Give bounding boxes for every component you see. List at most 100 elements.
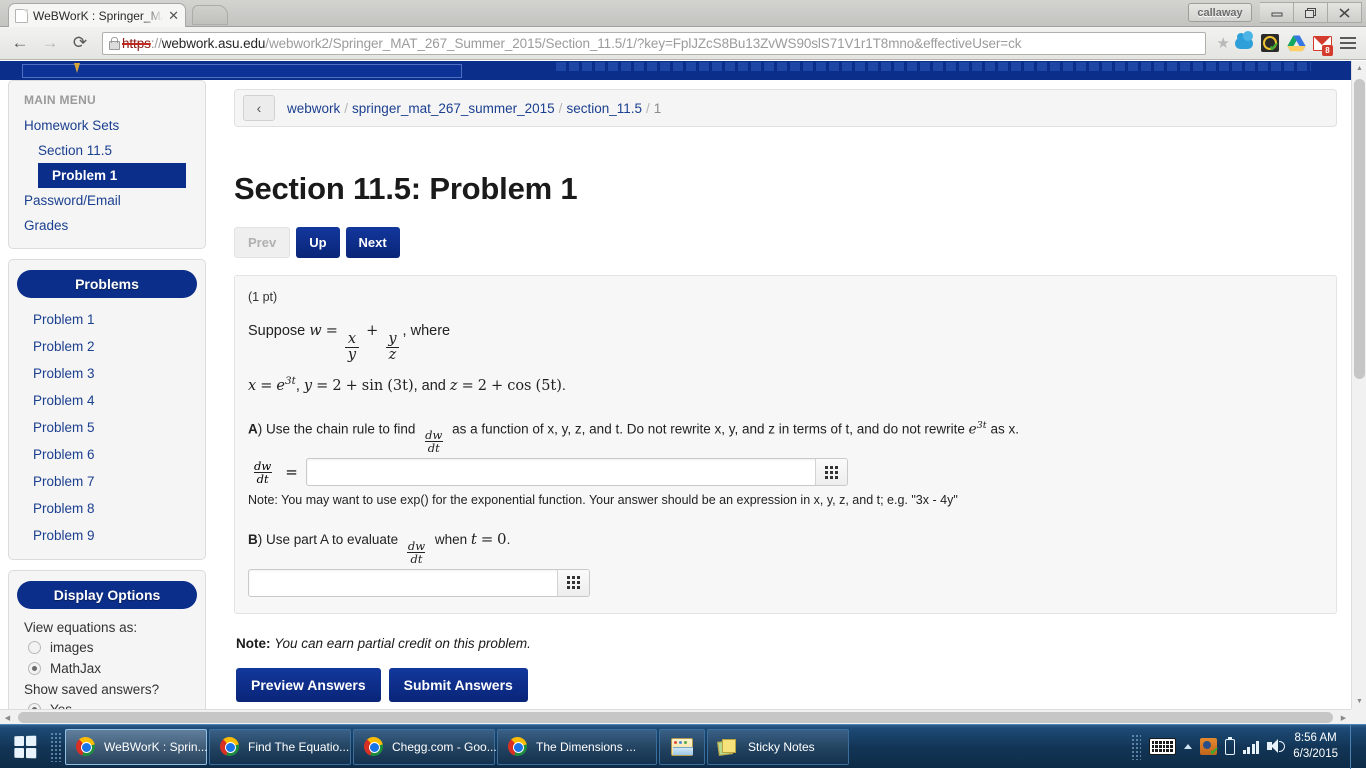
- taskbar-item-webwork[interactable]: WeBWorK : Sprin...: [65, 729, 207, 765]
- problems-panel: Problems Problem 1 Problem 2 Problem 3 P…: [8, 259, 206, 560]
- preview-answers-button[interactable]: Preview Answers: [236, 668, 381, 702]
- radio-icon-images[interactable]: [28, 641, 41, 654]
- breadcrumb-back-button[interactable]: ‹: [243, 95, 275, 121]
- new-tab-button[interactable]: [192, 5, 228, 25]
- chrome-menu-icon[interactable]: [1336, 31, 1360, 55]
- url-text: https://webwork.asu.edu/webwork2/Springe…: [122, 36, 1021, 51]
- address-bar[interactable]: https://webwork.asu.edu/webwork2/Springe…: [102, 32, 1206, 55]
- network-signal-icon[interactable]: [1243, 740, 1260, 754]
- radio-icon-mathjax[interactable]: [28, 662, 41, 675]
- keypad-grid-icon[interactable]: [815, 459, 847, 485]
- minimize-icon[interactable]: [1260, 2, 1294, 23]
- close-icon[interactable]: [1328, 2, 1362, 23]
- breadcrumb-item-webwork[interactable]: webwork: [287, 101, 340, 116]
- start-button[interactable]: [0, 725, 50, 769]
- chrome-icon: [220, 737, 239, 756]
- problem-link-7[interactable]: Problem 7: [9, 468, 205, 495]
- breadcrumb-item-section[interactable]: section_11.5: [566, 101, 642, 116]
- problem-navigation: Prev Up Next: [234, 227, 1337, 258]
- page-viewport: MAIN MENU Homework Sets Section 11.5 Pro…: [0, 61, 1366, 724]
- security-shield-icon[interactable]: [1200, 738, 1217, 755]
- show-hidden-icons-arrow[interactable]: [1184, 744, 1192, 749]
- sidebar-item-grades[interactable]: Grades: [9, 213, 205, 238]
- browser-tab[interactable]: WeBWorK : Springer_MAT ✕: [8, 3, 186, 27]
- clock-date: 6/3/2015: [1293, 747, 1338, 763]
- constant-2: 2: [332, 378, 341, 394]
- fraction-numerator: y: [385, 332, 399, 347]
- problem-points: (1 pt): [248, 290, 1323, 304]
- chrome-icon: [364, 737, 383, 756]
- scroll-left-arrow-icon[interactable]: ◀: [0, 710, 15, 724]
- taskbar-item-find-the-equation[interactable]: Find The Equatio...: [209, 729, 351, 765]
- submit-answers-button[interactable]: Submit Answers: [389, 668, 528, 702]
- horizontal-scrollbar[interactable]: ◀ ▶: [0, 709, 1351, 724]
- next-button[interactable]: Next: [346, 227, 400, 258]
- volume-icon[interactable]: [1267, 739, 1285, 754]
- problem-link-6[interactable]: Problem 6: [9, 441, 205, 468]
- prev-button[interactable]: Prev: [234, 227, 290, 258]
- header-search-box[interactable]: [22, 64, 462, 78]
- sidebar-item-section-11-5[interactable]: Section 11.5: [9, 138, 205, 163]
- google-drive-icon[interactable]: [1284, 31, 1308, 55]
- user-profile-button[interactable]: callaway: [1188, 3, 1252, 22]
- checkmark-extension-icon[interactable]: [1258, 31, 1282, 55]
- problem-link-9[interactable]: Problem 9: [9, 522, 205, 549]
- problem-link-1[interactable]: Problem 1: [9, 306, 205, 333]
- taskbar-grip: [50, 732, 61, 762]
- keyboard-icon[interactable]: [1149, 738, 1176, 755]
- taskbar-item-label: The Dimensions ...: [536, 740, 636, 754]
- fraction-y-over-z: y z: [385, 332, 399, 363]
- taskbar-item-chegg[interactable]: Chegg.com - Goo...: [353, 729, 495, 765]
- radio-option-images[interactable]: images: [9, 637, 205, 658]
- problems-panel-title: Problems: [17, 270, 197, 298]
- scroll-down-arrow-icon[interactable]: ▼: [1352, 694, 1366, 709]
- equals-sign: =: [316, 378, 328, 394]
- vertical-scrollbar[interactable]: ▲ ▼: [1351, 61, 1366, 709]
- reload-icon[interactable]: ⟳: [66, 30, 94, 56]
- close-icon[interactable]: ✕: [168, 9, 179, 22]
- clock[interactable]: 8:56 AM 6/3/2015: [1293, 731, 1342, 762]
- horizontal-scrollbar-thumb[interactable]: [18, 712, 1333, 723]
- problem-link-5[interactable]: Problem 5: [9, 414, 205, 441]
- breadcrumb-item-current: 1: [654, 101, 662, 116]
- breadcrumb-item-course[interactable]: springer_mat_267_summer_2015: [352, 101, 555, 116]
- browser-toolbar: ← → ⟳ https://webwork.asu.edu/webwork2/S…: [0, 27, 1366, 60]
- gmail-unread-badge: 8: [1322, 45, 1333, 56]
- taskbar-item-the-dimensions[interactable]: The Dimensions ...: [497, 729, 657, 765]
- problem-link-3[interactable]: Problem 3: [9, 360, 205, 387]
- part-b-answer-row: [248, 569, 1323, 597]
- taskbar-item-sticky-notes[interactable]: Sticky Notes: [707, 729, 849, 765]
- battery-icon[interactable]: [1225, 739, 1235, 755]
- problem-link-8[interactable]: Problem 8: [9, 495, 205, 522]
- problem-statement-line-2: x = e3t, y = 2 + sin (3t), and z = 2 + c…: [248, 373, 1323, 397]
- restore-icon[interactable]: [1294, 2, 1328, 23]
- breadcrumb: ‹ webwork/springer_mat_267_summer_2015/s…: [234, 89, 1337, 127]
- problem-link-2[interactable]: Problem 2: [9, 333, 205, 360]
- scroll-right-arrow-icon[interactable]: ▶: [1336, 710, 1351, 724]
- keypad-grid-icon[interactable]: [557, 570, 589, 596]
- scroll-up-arrow-icon[interactable]: ▲: [1352, 61, 1366, 76]
- bookmark-star-icon[interactable]: ★: [1217, 34, 1230, 52]
- forward-icon[interactable]: →: [36, 30, 64, 56]
- up-button[interactable]: Up: [296, 227, 339, 258]
- part-b-answer-input[interactable]: [249, 570, 557, 596]
- cloud-extension-icon[interactable]: [1232, 31, 1256, 55]
- back-icon[interactable]: ←: [6, 30, 34, 56]
- broken-https-icon[interactable]: [107, 36, 120, 51]
- radio-option-saved-yes[interactable]: Yes: [9, 699, 205, 709]
- system-tray: 8:56 AM 6/3/2015: [1131, 725, 1366, 769]
- radio-option-mathjax[interactable]: MathJax: [9, 658, 205, 679]
- period: .: [507, 532, 511, 547]
- breadcrumb-separator: /: [559, 101, 563, 116]
- show-desktop-button[interactable]: [1350, 725, 1358, 769]
- cos-function: cos: [507, 378, 531, 394]
- sidebar-item-homework-sets[interactable]: Homework Sets: [9, 113, 205, 138]
- sidebar-item-password-email[interactable]: Password/Email: [9, 188, 205, 213]
- plus-sign: +: [366, 323, 378, 339]
- taskbar-item-file-explorer[interactable]: [659, 729, 705, 765]
- sidebar-item-problem-1[interactable]: Problem 1: [38, 163, 186, 188]
- problem-link-4[interactable]: Problem 4: [9, 387, 205, 414]
- gmail-icon[interactable]: 8: [1310, 31, 1334, 55]
- part-a-answer-input[interactable]: [307, 459, 815, 485]
- vertical-scrollbar-thumb[interactable]: [1354, 79, 1365, 379]
